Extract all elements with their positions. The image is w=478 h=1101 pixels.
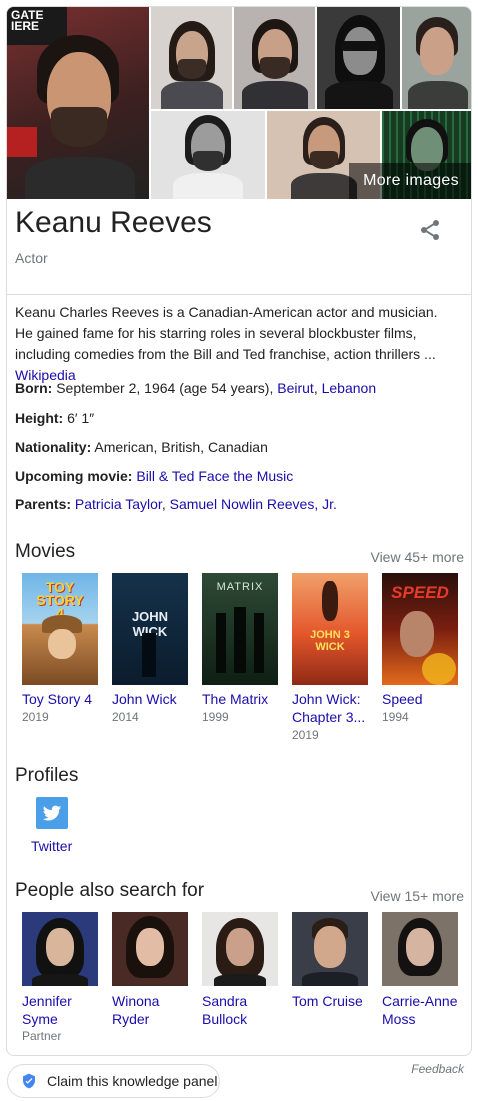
photo-5[interactable] (402, 7, 471, 109)
movie-card[interactable]: JOHN WICK John Wick 2014 (112, 573, 188, 726)
movie-name[interactable]: The Matrix (202, 690, 278, 708)
movie-card[interactable]: TOY STORY 4 Toy Story 4 2019 (22, 573, 98, 726)
lebanon-link[interactable]: Lebanon (322, 380, 377, 396)
photo-banner-text: GATE IERE (11, 8, 44, 33)
fact-born-value: September 2, 1964 (age 54 years), (56, 380, 278, 396)
movies-view-more[interactable]: View 45+ more (370, 549, 464, 565)
entity-subtitle: Actor (15, 250, 48, 266)
people-view-more[interactable]: View 15+ more (370, 888, 464, 904)
share-icon[interactable] (418, 218, 442, 242)
fact-parents-label: Parents: (15, 496, 72, 512)
movie-name[interactable]: Speed (382, 690, 458, 708)
movie-name[interactable]: John Wick: Chapter 3... (292, 690, 368, 726)
movie-card[interactable]: JOHN 3 WICK John Wick: Chapter 3... 2019 (292, 573, 368, 744)
movie-poster-title: TOY STORY 4 (36, 579, 84, 621)
movie-year: 2014 (112, 710, 139, 724)
movie-poster[interactable]: SPEED (382, 573, 458, 685)
fact-nationality: Nationality: American, British, Canadian (15, 439, 268, 455)
person-name[interactable]: Carrie-Anne Moss (382, 992, 458, 1028)
movie-poster-title: JOHN 3 WICK (310, 629, 350, 653)
fact-born-sep: , (313, 380, 322, 396)
fact-born-label: Born: (15, 380, 53, 396)
person-card[interactable]: Tom Cruise (292, 912, 368, 1010)
movie-year: 1994 (382, 710, 409, 724)
person-name[interactable]: Winona Ryder (112, 992, 188, 1028)
movie-year: 1999 (202, 710, 229, 724)
photo-4[interactable] (317, 7, 400, 109)
movie-year: 2019 (22, 710, 49, 724)
movie-poster[interactable]: MATRIX (202, 573, 278, 685)
person-photo[interactable] (292, 912, 368, 986)
movie-name[interactable]: Toy Story 4 (22, 690, 98, 708)
photo-main[interactable]: GATE IERE (7, 7, 149, 199)
person-relation: Partner (22, 1029, 62, 1043)
movie-poster[interactable]: JOHN WICK (112, 573, 188, 685)
person-name[interactable]: Jennifer Syme (22, 992, 98, 1028)
image-collage[interactable]: GATE IERE More images (7, 7, 471, 199)
fact-parents-sep: , (161, 496, 170, 512)
movie-poster-title: SPEED (391, 583, 449, 602)
upcoming-movie-link[interactable]: Bill & Ted Face the Music (136, 468, 293, 484)
fact-upcoming-label: Upcoming movie: (15, 468, 133, 484)
movie-card[interactable]: SPEED Speed 1994 (382, 573, 458, 726)
photo-2[interactable] (151, 7, 232, 109)
person-photo[interactable] (382, 912, 458, 986)
fact-upcoming-movie: Upcoming movie: Bill & Ted Face the Musi… (15, 468, 293, 484)
person-name[interactable]: Sandra Bullock (202, 992, 278, 1028)
fact-height-label: Height: (15, 410, 64, 426)
parent-link-2[interactable]: Samuel Nowlin Reeves, Jr. (170, 496, 337, 512)
person-card[interactable]: Carrie-Anne Moss (382, 912, 458, 1028)
photo-3[interactable] (234, 7, 315, 109)
feedback-link[interactable]: Feedback (411, 1062, 464, 1076)
claim-label: Claim this knowledge panel (47, 1073, 218, 1089)
description: Keanu Charles Reeves is a Canadian-Ameri… (15, 302, 455, 386)
profiles-title: Profiles (15, 765, 79, 786)
twitter-label[interactable]: Twitter (31, 838, 72, 854)
fact-nationality-value: American, British, Canadian (94, 439, 268, 455)
fact-nationality-label: Nationality: (15, 439, 92, 455)
twitter-profile-icon[interactable] (36, 797, 68, 829)
photo-6[interactable] (151, 111, 265, 199)
movie-poster[interactable]: TOY STORY 4 (22, 573, 98, 685)
description-text: Keanu Charles Reeves is a Canadian-Ameri… (15, 304, 438, 362)
movie-poster-title: MATRIX (216, 581, 264, 593)
beirut-link[interactable]: Beirut (277, 380, 314, 396)
person-photo[interactable] (112, 912, 188, 986)
claim-panel-button[interactable]: Claim this knowledge panel (7, 1064, 220, 1098)
movie-name[interactable]: John Wick (112, 690, 188, 708)
person-card[interactable]: Jennifer Syme Partner (22, 912, 98, 1045)
fact-height-value: 6′ 1″ (67, 410, 95, 426)
movie-year: 2019 (292, 728, 319, 742)
person-photo[interactable] (22, 912, 98, 986)
more-images-button[interactable]: More images (349, 163, 471, 199)
verified-shield-icon (23, 1073, 35, 1089)
entity-title: Keanu Reeves (15, 206, 212, 239)
person-photo[interactable] (202, 912, 278, 986)
person-card[interactable]: Sandra Bullock (202, 912, 278, 1028)
fact-parents: Parents: Patricia Taylor, Samuel Nowlin … (15, 496, 337, 512)
parent-link-1[interactable]: Patricia Taylor (75, 496, 162, 512)
movie-card[interactable]: MATRIX The Matrix 1999 (202, 573, 278, 726)
movies-title: Movies (15, 541, 76, 562)
people-title: People also search for (15, 880, 205, 901)
fact-born: Born: September 2, 1964 (age 54 years), … (15, 380, 376, 396)
movie-poster[interactable]: JOHN 3 WICK (292, 573, 368, 685)
fact-height: Height: 6′ 1″ (15, 410, 94, 426)
twitter-bird-icon (42, 805, 62, 821)
person-name[interactable]: Tom Cruise (292, 992, 368, 1010)
person-card[interactable]: Winona Ryder (112, 912, 188, 1028)
